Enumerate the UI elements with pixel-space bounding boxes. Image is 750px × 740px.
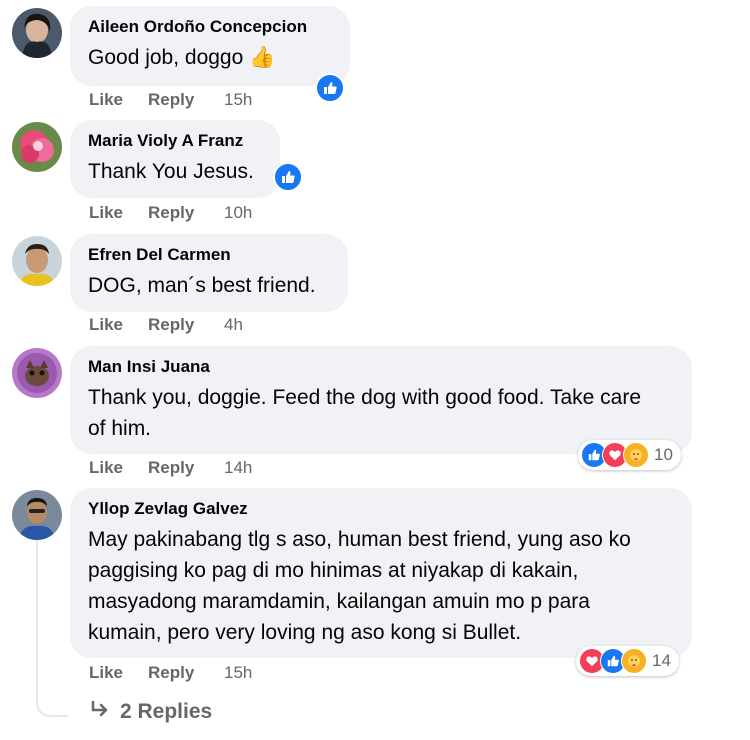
like-link[interactable]: Like xyxy=(89,663,148,683)
reply-link[interactable]: Reply xyxy=(148,315,224,335)
avatar[interactable] xyxy=(12,348,62,398)
reply-link[interactable]: Reply xyxy=(148,203,224,223)
reaction-summary[interactable]: 10 xyxy=(578,440,681,470)
care-hug-icon xyxy=(623,442,649,468)
comment-bubble: Yllop Zevlag Galvez May pakinabang tlg s… xyxy=(70,488,692,658)
comment-actions: Like Reply 10h xyxy=(89,203,252,223)
reaction-count: 14 xyxy=(652,651,671,670)
comment-author[interactable]: Man Insi Juana xyxy=(88,356,674,378)
avatar[interactable] xyxy=(12,8,62,58)
comment-actions: Like Reply 15h xyxy=(89,90,252,110)
comment-bubble: Maria Violy A Franz Thank You Jesus. xyxy=(70,120,280,198)
comment-actions: Like Reply 15h xyxy=(89,663,252,683)
reply-link[interactable]: Reply xyxy=(148,90,224,110)
like-link[interactable]: Like xyxy=(89,90,148,110)
comment-timestamp[interactable]: 14h xyxy=(224,458,252,478)
comment-text: DOG, man´s best friend. xyxy=(88,274,316,297)
avatar[interactable] xyxy=(12,122,62,172)
reply-link[interactable]: Reply xyxy=(148,458,224,478)
reaction-like-icon[interactable] xyxy=(273,162,303,192)
view-replies-label[interactable]: 2 Replies xyxy=(120,700,212,724)
reaction-count: 10 xyxy=(654,445,673,464)
comment-timestamp[interactable]: 15h xyxy=(224,90,252,110)
avatar[interactable] xyxy=(12,490,62,540)
comment-bubble: Aileen Ordoño Concepcion Good job, doggo… xyxy=(70,6,350,86)
reply-link[interactable]: Reply xyxy=(148,663,224,683)
reaction-summary[interactable]: 14 xyxy=(576,646,679,676)
reaction-like-icon[interactable] xyxy=(315,73,345,103)
comment-bubble: Efren Del Carmen DOG, man´s best friend. xyxy=(70,234,348,312)
like-link[interactable]: Like xyxy=(89,315,148,335)
comment-author[interactable]: Maria Violy A Franz xyxy=(88,130,262,152)
avatar[interactable] xyxy=(12,236,62,286)
like-link[interactable]: Like xyxy=(89,203,148,223)
view-replies-link[interactable]: 2 Replies xyxy=(90,700,212,724)
comment-text: Thank You Jesus. xyxy=(88,160,254,183)
comment-timestamp[interactable]: 10h xyxy=(224,203,252,223)
like-link[interactable]: Like xyxy=(89,458,148,478)
care-hug-icon xyxy=(621,648,647,674)
comment-bubble: Man Insi Juana Thank you, doggie. Feed t… xyxy=(70,346,692,454)
comment-actions: Like Reply 14h xyxy=(89,458,252,478)
reply-thread-line xyxy=(36,540,68,717)
comment-author[interactable]: Yllop Zevlag Galvez xyxy=(88,498,674,520)
reply-arrow-icon xyxy=(90,700,110,724)
comment-author[interactable]: Aileen Ordoño Concepcion xyxy=(88,16,332,38)
comment-text: Good job, doggo 👍 xyxy=(88,46,276,69)
comment-text: May pakinabang tlg s aso, human best fri… xyxy=(88,528,631,644)
comment-text: Thank you, doggie. Feed the dog with goo… xyxy=(88,386,641,440)
comment-timestamp[interactable]: 15h xyxy=(224,663,252,683)
comment-actions: Like Reply 4h xyxy=(89,315,243,335)
comment-timestamp[interactable]: 4h xyxy=(224,315,243,335)
comment-author[interactable]: Efren Del Carmen xyxy=(88,244,330,266)
